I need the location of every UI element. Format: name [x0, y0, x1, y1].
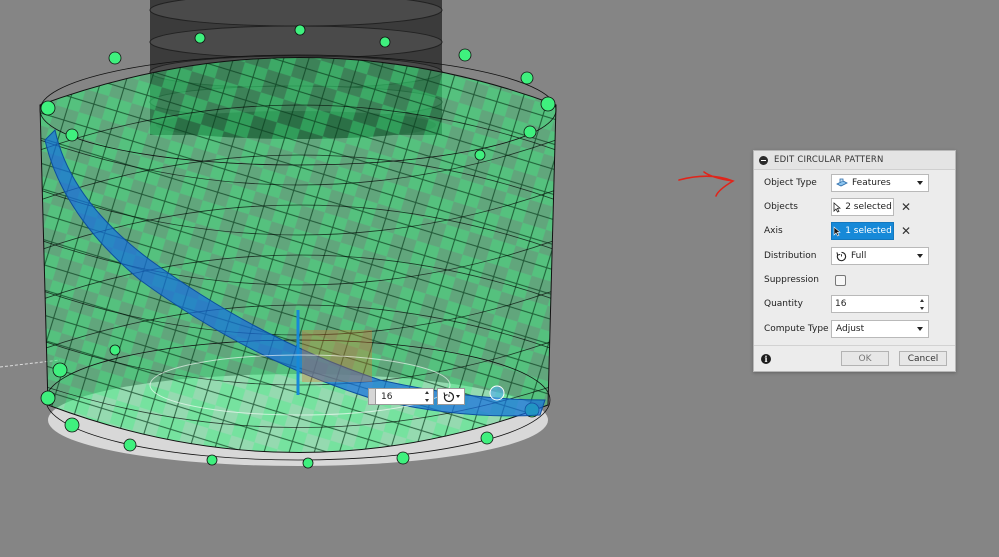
chevron-down-icon [917, 327, 923, 331]
quantity-stepper[interactable] [918, 296, 926, 312]
full-rotation-icon [836, 251, 847, 261]
distribution-value: Full [851, 251, 867, 261]
cancel-button[interactable]: Cancel [899, 351, 947, 366]
dialog-title-bar[interactable]: EDIT CIRCULAR PATTERN [754, 151, 955, 170]
row-quantity: Quantity 16 [754, 293, 955, 315]
spin-up-icon[interactable] [920, 298, 924, 302]
clear-axis-icon[interactable]: ✕ [901, 225, 911, 237]
direction-icon [442, 391, 454, 402]
canvas-quantity-hud[interactable]: 16 [368, 387, 465, 406]
canvas-viewport[interactable]: 16 EDIT CIRCULAR PATTERN Object Type Fea… [0, 0, 999, 557]
hud-direction-dropdown[interactable] [437, 388, 465, 405]
quantity-value: 16 [835, 299, 847, 309]
compute-type-label: Compute Type [764, 324, 829, 334]
features-icon [836, 178, 848, 187]
spin-down-icon[interactable] [920, 306, 924, 310]
chevron-down-icon [917, 181, 923, 185]
object-type-value: Features [852, 178, 891, 188]
chevron-down-icon [917, 254, 923, 258]
ok-button[interactable]: OK [841, 351, 889, 366]
row-objects: Objects 2 selected ✕ [754, 196, 955, 218]
objects-label: Objects [764, 202, 799, 212]
object-type-dropdown[interactable]: Features [831, 174, 929, 192]
suppression-label: Suppression [764, 275, 819, 285]
compute-type-value: Adjust [836, 324, 865, 334]
collapse-icon[interactable] [759, 155, 768, 165]
objects-select-button[interactable]: 2 selected [831, 198, 894, 216]
spin-up-icon[interactable] [425, 391, 429, 394]
hud-quantity-stepper[interactable] [423, 389, 431, 405]
row-object-type: Object Type Features [754, 172, 955, 194]
cursor-select-icon [833, 201, 842, 213]
distribution-dropdown[interactable]: Full [831, 247, 929, 265]
row-axis: Axis 1 selected ✕ [754, 220, 955, 242]
red-annotation-arrow [678, 171, 735, 197]
info-icon[interactable]: i [761, 354, 771, 364]
row-distribution: Distribution Full [754, 245, 955, 267]
axis-label: Axis [764, 226, 783, 236]
axis-select-button[interactable]: 1 selected [831, 222, 894, 240]
quantity-label: Quantity [764, 299, 803, 309]
quantity-input[interactable]: 16 [831, 295, 929, 313]
row-suppression: Suppression [754, 269, 955, 291]
chevron-down-icon [455, 395, 460, 398]
edit-circular-pattern-dialog: EDIT CIRCULAR PATTERN Object Type Featur… [753, 150, 956, 372]
object-type-label: Object Type [764, 178, 817, 188]
dialog-footer: i OK Cancel [754, 345, 955, 372]
cursor-select-icon [833, 225, 841, 236]
hud-quantity-input[interactable]: 16 [376, 388, 434, 405]
clear-objects-icon[interactable]: ✕ [901, 201, 911, 213]
suppression-checkbox[interactable] [835, 274, 846, 286]
row-compute-type: Compute Type Adjust [754, 318, 955, 340]
dialog-title: EDIT CIRCULAR PATTERN [774, 155, 884, 165]
compute-type-dropdown[interactable]: Adjust [831, 320, 929, 338]
distribution-label: Distribution [764, 251, 817, 261]
hud-drag-handle[interactable] [368, 388, 376, 405]
hud-quantity-value: 16 [381, 391, 393, 402]
objects-selected-count: 2 selected [845, 202, 892, 212]
spin-down-icon[interactable] [425, 399, 429, 402]
axis-selected-count: 1 selected [845, 226, 892, 236]
